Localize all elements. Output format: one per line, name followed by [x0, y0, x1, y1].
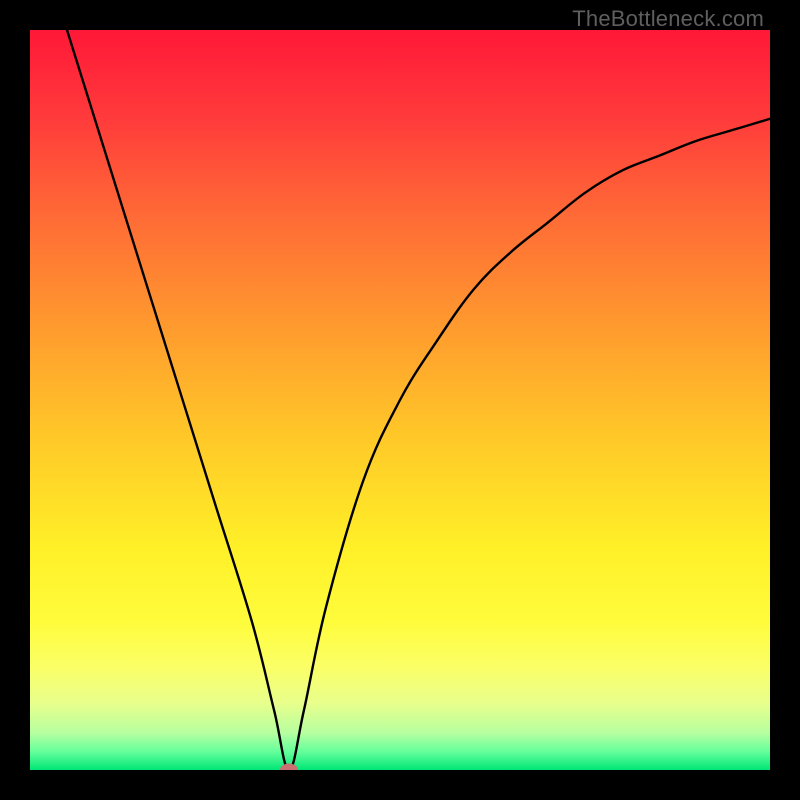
- chart-frame: TheBottleneck.com: [0, 0, 800, 800]
- bottleneck-curve: [30, 30, 770, 770]
- plot-area: [30, 30, 770, 770]
- minimum-marker: [280, 764, 298, 771]
- watermark-label: TheBottleneck.com: [572, 6, 764, 32]
